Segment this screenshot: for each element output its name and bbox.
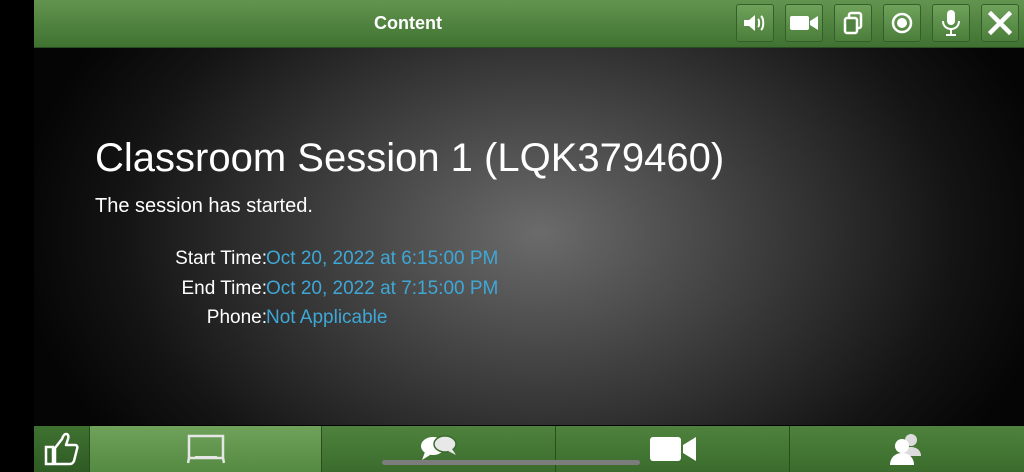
camera-button[interactable] — [785, 4, 823, 42]
page-title: Content — [374, 13, 442, 33]
session-content-panel: Classroom Session 1 (LQK379460) The sess… — [34, 48, 1024, 425]
start-time-label: Start Time: — [175, 248, 267, 269]
chat-tab[interactable] — [322, 426, 556, 472]
record-icon — [891, 12, 913, 34]
thumbs-up-button[interactable] — [34, 426, 90, 472]
session-status: The session has started. — [95, 195, 313, 217]
thumbs-up-icon — [44, 432, 79, 466]
copy-icon — [843, 11, 863, 35]
video-camera-icon — [649, 437, 696, 461]
phone-value[interactable]: Not Applicable — [266, 307, 387, 329]
video-camera-icon — [790, 16, 818, 30]
speaker-button[interactable] — [736, 4, 774, 42]
close-button[interactable] — [981, 4, 1019, 42]
end-time-label: End Time: — [181, 278, 267, 299]
copy-button[interactable] — [834, 4, 872, 42]
participants-icon — [890, 434, 921, 465]
whiteboard-icon — [186, 434, 225, 464]
start-time-row: Start Time: Oct 20, 2022 at 6:15:00 PM — [34, 248, 634, 274]
microphone-button[interactable] — [932, 4, 970, 42]
whiteboard-tab[interactable] — [90, 426, 322, 472]
top-toolbar: Content — [34, 0, 1024, 48]
start-time-value[interactable]: Oct 20, 2022 at 6:15:00 PM — [266, 248, 498, 270]
phone-label: Phone: — [206, 307, 267, 328]
microphone-icon — [942, 10, 960, 36]
video-tab[interactable] — [556, 426, 790, 472]
session-title: Classroom Session 1 (LQK379460) — [95, 136, 725, 180]
end-time-row: End Time: Oct 20, 2022 at 7:15:00 PM — [34, 278, 634, 304]
participants-tab[interactable] — [790, 426, 1024, 472]
record-button[interactable] — [883, 4, 921, 42]
speaker-icon — [744, 15, 765, 31]
phone-row: Phone: Not Applicable — [34, 307, 634, 333]
home-indicator — [382, 460, 640, 465]
bottom-nav — [34, 426, 1024, 472]
end-time-value[interactable]: Oct 20, 2022 at 7:15:00 PM — [266, 278, 498, 300]
close-icon — [988, 11, 1012, 35]
